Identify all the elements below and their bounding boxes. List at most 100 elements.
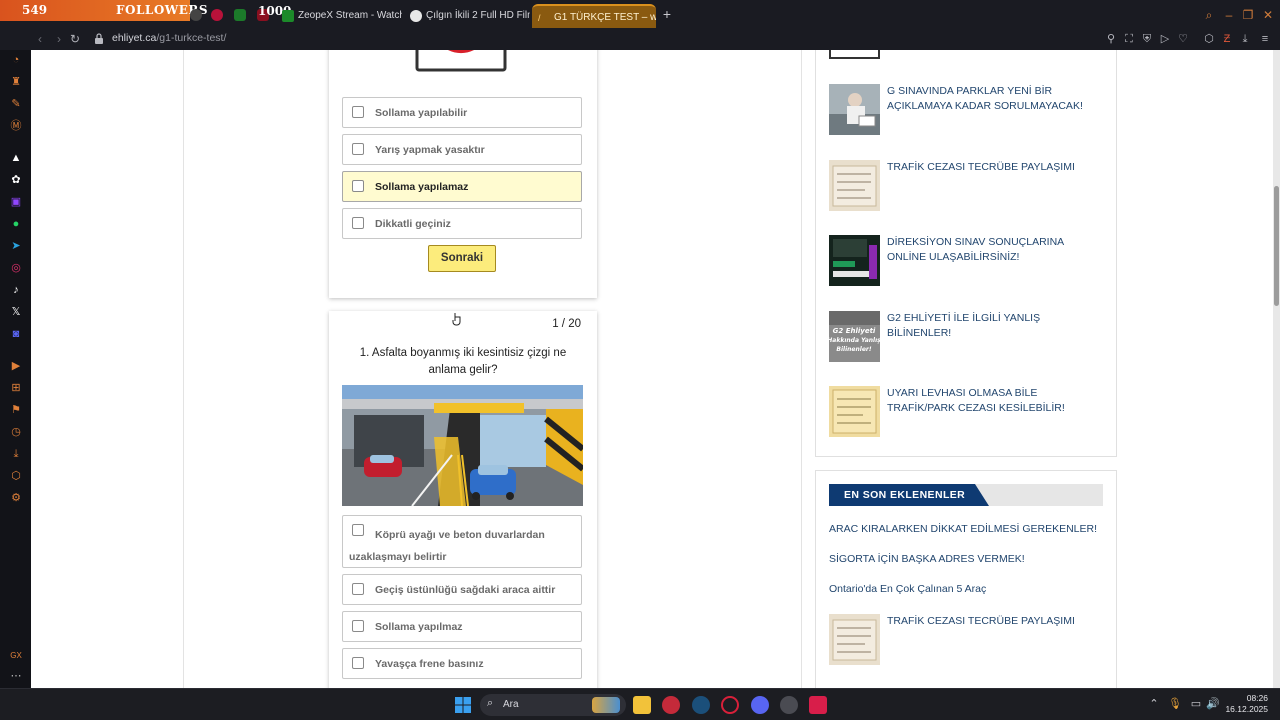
post-title-link[interactable]: TRAFİK CEZASI TECRÜBE PAYLAŞIMI — [887, 614, 1105, 629]
post-title-link[interactable]: G SINAVINDA PARKLAR YENİ BİR AÇIKLAMAYA … — [887, 84, 1105, 114]
more-icon[interactable]: ⋯ — [8, 668, 24, 684]
answer-option-selected[interactable]: Sollama yapılamaz — [342, 171, 582, 202]
gx-mods-icon[interactable]: ✎ — [8, 96, 24, 112]
post-thumbnail-image[interactable] — [829, 614, 880, 665]
play-icon[interactable]: ▷ — [1158, 32, 1172, 46]
answer-option[interactable]: Sollama yapılmaz — [342, 611, 582, 642]
sidebar-post[interactable]: TRAFİK CEZASI TECRÜBE PAYLAŞIMI — [829, 160, 1109, 212]
menu-icon[interactable]: ≡ — [1258, 32, 1272, 46]
answer-option[interactable]: Dikkatli geçiniz — [342, 208, 582, 239]
tab-g1-test[interactable]: / G1 TÜRKÇE TEST – www. — [532, 4, 656, 28]
search-tabs-icon[interactable]: ⌕ — [1202, 8, 1216, 22]
sidebar-post[interactable]: G2 Ehliyeti Hakkında Yanlış Bilinenler! … — [829, 311, 1109, 363]
screenshot-icon[interactable]: ⛶ — [1122, 32, 1136, 46]
gx-corner-icon[interactable]: ♜ — [8, 74, 24, 90]
telegram-icon[interactable]: ➤ — [8, 238, 24, 254]
answer-option[interactable]: Yarış yapmak yasaktır — [342, 134, 582, 165]
display-icon[interactable]: ▭ — [1189, 697, 1203, 711]
taskbar-search[interactable]: ⌕ Ara — [480, 694, 626, 716]
taskbar-clock[interactable]: 08:26 16.12.2025 — [1225, 693, 1268, 715]
post-thumbnail-image[interactable]: G2 Ehliyeti Hakkında Yanlış Bilinenler! — [829, 311, 880, 362]
next-button[interactable]: Sonraki — [428, 245, 496, 272]
recent-post-link[interactable]: SİGORTA İÇİN BAŞKA ADRES VERMEK! — [829, 553, 1025, 565]
post-thumbnail-image[interactable] — [829, 386, 880, 437]
extensions-icon[interactable]: ⬡ — [1202, 32, 1216, 46]
answer-checkbox[interactable] — [352, 180, 364, 192]
restore-icon[interactable]: ❐ — [1241, 8, 1255, 22]
file-explorer-icon[interactable] — [633, 696, 651, 714]
opera-gx-icon[interactable] — [721, 696, 739, 714]
history-icon[interactable]: ◷ — [8, 424, 24, 440]
whatsapp-icon[interactable]: ● — [8, 216, 24, 232]
answer-checkbox[interactable] — [352, 583, 364, 595]
forward-icon[interactable]: › — [51, 31, 67, 47]
post-title-link[interactable]: DİREKSİYON SINAV SONUÇLARINA ONLİNE ULAŞ… — [887, 235, 1105, 265]
close-icon[interactable]: ✕ — [1261, 8, 1275, 22]
recent-post[interactable]: TRAFİK CEZASI TECRÜBE PAYLAŞIMI — [829, 614, 1109, 666]
sidebar-post[interactable]: DİREKSİYON SINAV SONUÇLARINA ONLİNE ULAŞ… — [829, 235, 1109, 287]
gx-m-icon[interactable]: Ⓜ — [8, 118, 24, 134]
player-icon[interactable]: ▶ — [8, 358, 24, 374]
settings-icon[interactable]: ⚙ — [8, 490, 24, 506]
pinned-tab-icon[interactable] — [234, 9, 246, 21]
pinned-tab-icon[interactable] — [190, 9, 202, 21]
aria-icon[interactable]: ▲ — [8, 150, 24, 166]
pin-icon[interactable]: ⚲ — [1104, 32, 1118, 46]
gx-ext-icon[interactable]: Ƶ — [1220, 32, 1234, 46]
minimize-icon[interactable]: – — [1222, 8, 1236, 22]
answer-checkbox[interactable] — [352, 106, 364, 118]
discord-icon[interactable]: ◙ — [8, 326, 24, 342]
post-title-link[interactable]: UYARI LEVHASI OLMASA BİLE TRAFİK/PARK CE… — [887, 386, 1105, 416]
tiktok-icon[interactable]: ♪ — [8, 282, 24, 298]
answer-option[interactable]: Köprü ayağı ve beton duvarlardan uzaklaş… — [342, 515, 582, 568]
answer-option[interactable]: Geçiş üstünlüğü sağdaki araca aittir — [342, 574, 582, 605]
volume-icon[interactable]: 🔊 — [1206, 697, 1220, 711]
post-title-link[interactable]: G2 EHLİYETİ İLE İLGİLİ YANLIŞ BİLİNENLER… — [887, 311, 1105, 341]
tray-chevron-icon[interactable]: ⌃ — [1147, 697, 1161, 711]
app-red-icon[interactable] — [662, 696, 680, 714]
back-icon[interactable]: ‹ — [32, 31, 48, 47]
shield-icon[interactable]: ⛨ — [1140, 32, 1154, 46]
pinned-tab-icon[interactable] — [211, 9, 223, 21]
extensions-sidebar-icon[interactable]: ⬡ — [8, 468, 24, 484]
answer-option[interactable]: Yavaşça frene basınız — [342, 648, 582, 679]
answer-checkbox[interactable] — [352, 143, 364, 155]
instagram-icon[interactable]: ◎ — [8, 260, 24, 276]
download-icon[interactable]: ⤓ — [1238, 32, 1252, 46]
answer-checkbox[interactable] — [352, 217, 364, 229]
chatgpt-icon[interactable]: ✿ — [8, 172, 24, 188]
sidebar-post[interactable]: G SINAVINDA PARKLAR YENİ BİR AÇIKLAMAYA … — [829, 84, 1109, 136]
page-scrollbar[interactable] — [1273, 50, 1280, 688]
post-thumbnail-image[interactable] — [829, 84, 880, 135]
url-field[interactable]: ehliyet.ca/g1-turkce-test/ — [112, 32, 226, 44]
discord-taskbar-icon[interactable] — [751, 696, 769, 714]
app-gear-icon[interactable] — [780, 696, 798, 714]
tab-film[interactable]: Çılgın İkili 2 Full HD Film iz — [404, 4, 530, 28]
steam-icon[interactable] — [692, 696, 710, 714]
gx-control-icon[interactable]: ◔ — [8, 52, 24, 68]
answer-label: Sollama yapılabilir — [375, 107, 468, 119]
answer-checkbox[interactable] — [352, 620, 364, 632]
bookmarks-icon[interactable]: ⚑ — [8, 402, 24, 418]
twitch-icon[interactable]: ▣ — [8, 194, 24, 210]
post-title-link[interactable]: TRAFİK CEZASI TECRÜBE PAYLAŞIMI — [887, 160, 1105, 175]
new-tab-button[interactable]: + — [660, 7, 674, 21]
tab-zeopex[interactable]: ZeopeX Stream - Watch L — [276, 4, 402, 28]
tabs-grid-icon[interactable]: ⊞ — [8, 380, 24, 396]
post-thumbnail-image[interactable] — [829, 235, 880, 286]
answer-option[interactable]: Sollama yapılabilir — [342, 97, 582, 128]
start-icon[interactable] — [454, 696, 472, 714]
heart-icon[interactable]: ♡ — [1176, 32, 1190, 46]
x-twitter-icon[interactable]: 𝕏 — [8, 304, 24, 320]
post-thumbnail-image[interactable] — [829, 160, 880, 211]
microphone-icon[interactable]: 🎙 — [1168, 697, 1182, 711]
gx-logo-icon[interactable]: GX — [8, 648, 24, 664]
app-pink-icon[interactable] — [809, 696, 827, 714]
answer-checkbox[interactable] — [352, 657, 364, 669]
sidebar-post[interactable]: UYARI LEVHASI OLMASA BİLE TRAFİK/PARK CE… — [829, 386, 1109, 438]
reload-icon[interactable]: ↻ — [67, 31, 83, 47]
scrollbar-thumb[interactable] — [1274, 186, 1279, 306]
recent-post-link[interactable]: ARAC KIRALARKEN DİKKAT EDİLMESİ GEREKENL… — [829, 523, 1097, 535]
downloads-icon[interactable]: ⤓ — [8, 446, 24, 462]
recent-post-link[interactable]: Ontario'da En Çok Çalınan 5 Araç — [829, 583, 986, 595]
